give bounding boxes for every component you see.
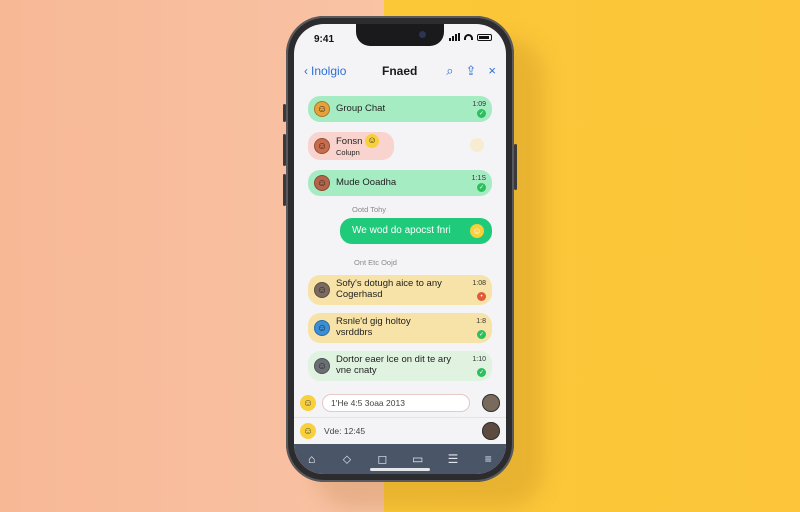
close-icon[interactable]: ×	[488, 63, 496, 79]
unread-badge-icon: •	[477, 292, 486, 301]
thread-time: 1:8	[476, 318, 486, 325]
chat-item-fonsn[interactable]: ☺ Fonsn ☺ Colupn	[308, 132, 394, 160]
page-title: Fnaed	[382, 64, 418, 78]
thread-time: 1:08	[472, 280, 486, 287]
notch	[356, 24, 444, 46]
chat-time: 1:09	[472, 101, 486, 108]
mute-switch	[283, 104, 286, 122]
read-check-icon: ✓	[477, 330, 486, 339]
chat-name: Group Chat	[336, 102, 386, 114]
tab-chats-icon[interactable]: ◻	[370, 452, 394, 466]
message-text: We wod do apocst fnri	[352, 225, 451, 237]
power-button	[514, 144, 517, 190]
section-label: Ootd Tohy	[352, 205, 387, 214]
thread-line-1: Sofy's dotugh aice to any	[336, 278, 442, 290]
emoji-picker-icon[interactable]: ☺	[300, 423, 316, 439]
thread-line-2: vsrddbrs	[336, 327, 373, 338]
avatar: ☺	[314, 138, 330, 154]
thread-item[interactable]: ☺ Dortor eaer lce on dit te ary vne cnat…	[308, 351, 492, 381]
tab-menu-icon[interactable]: ≡	[476, 452, 500, 466]
status-time: 9:41	[314, 34, 335, 45]
outgoing-message[interactable]: We wod do apocst fnri ☺	[340, 218, 492, 244]
read-check-icon: ✓	[477, 109, 486, 118]
volume-down-button	[283, 174, 286, 206]
tab-media-icon[interactable]: ▭	[406, 452, 430, 466]
chevron-left-icon: ‹	[304, 64, 308, 78]
back-button[interactable]: ‹ Inolgio	[304, 64, 346, 78]
signal-icon	[449, 33, 460, 41]
thread-line-1: Rsnle'd gig holtoy	[336, 316, 411, 328]
thread-item[interactable]: ☺ Rsnle'd gig holtoy vsrddbrs 1:8 ✓	[308, 313, 492, 343]
avatar[interactable]	[482, 394, 500, 412]
chat-name: Mude Ooadha	[336, 176, 397, 188]
thread-line-2: Cogerhasd	[336, 289, 383, 300]
message-input[interactable]: 1'He 4:5 3oaa 2013	[322, 394, 470, 412]
composer-row: ☺ Vde: 12:45	[300, 420, 500, 442]
share-icon[interactable]: ⇪	[466, 63, 477, 79]
read-check-icon: ✓	[477, 368, 486, 377]
status-icons	[449, 33, 492, 41]
thread-item[interactable]: ☺ Sofy's dotugh aice to any Cogerhasd 1:…	[308, 275, 492, 305]
back-label: Inolgio	[311, 64, 347, 78]
volume-up-button	[283, 134, 286, 166]
divider	[294, 417, 506, 418]
battery-icon	[477, 33, 492, 41]
composer-row: ☺ 1'He 4:5 3oaa 2013	[300, 392, 500, 414]
pending-indicator	[470, 138, 484, 152]
avatar: ☺	[314, 282, 330, 298]
wifi-icon	[464, 34, 473, 40]
chat-item-mude-ooadha[interactable]: ☺ Mude Ooadha 1:1S ✓	[308, 170, 492, 196]
search-icon[interactable]: ⌕	[446, 63, 453, 79]
read-check-icon: ✓	[477, 183, 486, 192]
thread-line-2: vne cnaty	[336, 365, 377, 376]
home-indicator[interactable]	[370, 468, 430, 471]
smile-emoji-icon: ☺	[365, 133, 380, 148]
nav-bar: ‹ Inolgio Fnaed ⌕ ⇪ ×	[294, 60, 506, 84]
chat-time: 1:1S	[471, 175, 486, 182]
camera-icon	[419, 31, 426, 38]
phone-frame: 9:41 ‹ Inolgio Fnaed ⌕ ⇪ × ☺ Group Chat	[283, 16, 517, 482]
emoji-picker-icon[interactable]: ☺	[300, 395, 316, 411]
chat-name: Fonsn	[336, 135, 363, 147]
chat-item-group-chat[interactable]: ☺ Group Chat 1:09 ✓	[308, 96, 492, 122]
avatar[interactable]	[482, 422, 500, 440]
tab-home-icon[interactable]: ⌂	[300, 452, 324, 466]
phone-screen: 9:41 ‹ Inolgio Fnaed ⌕ ⇪ × ☺ Group Chat	[294, 24, 506, 474]
avatar: ☺	[314, 358, 330, 374]
section-label: Ont Etc Oojd	[354, 258, 397, 267]
secondary-input[interactable]: Vde: 12:45	[324, 426, 365, 436]
avatar: ☺	[314, 320, 330, 336]
thread-line-1: Dortor eaer lce on dit te ary	[336, 354, 452, 366]
smile-emoji-icon: ☺	[470, 224, 484, 238]
avatar: ☺	[314, 101, 330, 117]
thread-time: 1:10	[472, 356, 486, 363]
avatar: ☺	[314, 175, 330, 191]
tab-list-icon[interactable]: ☰	[441, 452, 465, 466]
chat-subtitle: Colupn	[336, 147, 360, 157]
tab-explore-icon[interactable]: ⬦	[335, 452, 359, 467]
